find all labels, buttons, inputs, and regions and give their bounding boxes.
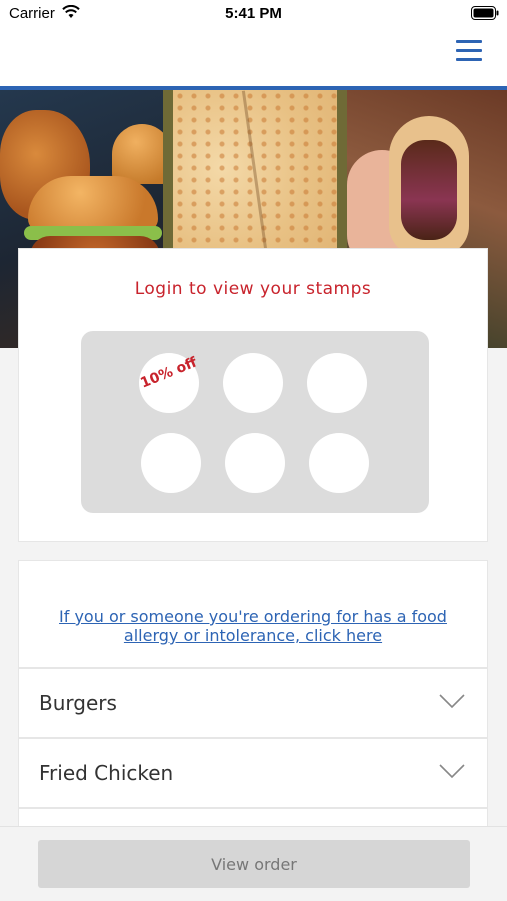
stamp-slot — [225, 433, 285, 493]
battery-icon — [471, 6, 499, 20]
hamburger-menu-icon[interactable] — [456, 40, 482, 64]
reward-label: 10% off — [138, 354, 200, 392]
chevron-down-icon — [439, 764, 465, 779]
bottom-bar: View order — [0, 826, 507, 901]
clock-time: 5:41 PM — [225, 5, 282, 22]
stamp-card: Login to view your stamps 10% off — [18, 248, 488, 542]
category-label: Burgers — [39, 691, 117, 715]
app-header — [0, 28, 507, 90]
allergy-info-box: If you or someone you're ordering for ha… — [18, 560, 488, 668]
login-stamps-link[interactable]: Login to view your stamps — [19, 279, 487, 299]
stamp-slot — [223, 353, 283, 413]
stamp-slot — [141, 433, 201, 493]
stamp-slot — [307, 353, 367, 413]
allergy-link[interactable]: If you or someone you're ordering for ha… — [43, 607, 463, 645]
category-label: Fried Chicken — [39, 761, 174, 785]
category-burgers[interactable]: Burgers — [18, 668, 488, 738]
chevron-down-icon — [439, 694, 465, 709]
view-order-button[interactable]: View order — [38, 840, 470, 888]
stamp-reward: 10% off — [138, 353, 200, 413]
stamp-grid: 10% off — [81, 331, 429, 513]
stamp-slot — [309, 433, 369, 493]
category-fried-chicken[interactable]: Fried Chicken — [18, 738, 488, 808]
status-bar: Carrier 5:41 PM — [0, 0, 507, 28]
